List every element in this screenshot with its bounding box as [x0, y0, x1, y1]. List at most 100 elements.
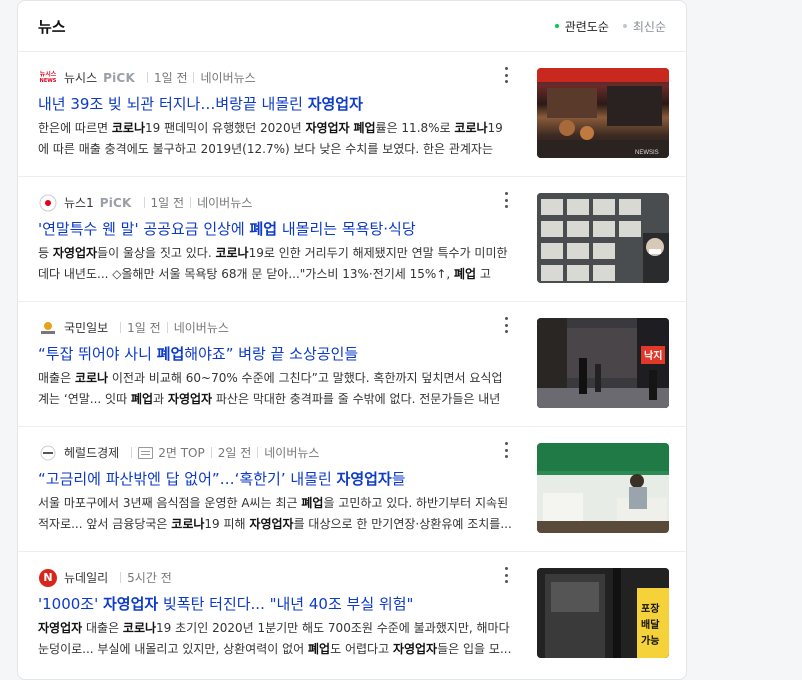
keyword-highlight: 폐업 [353, 121, 376, 135]
divider [131, 447, 133, 458]
svg-text:가능: 가능 [641, 634, 659, 647]
keyword-highlight: 자영업자 [167, 392, 213, 406]
press-name[interactable]: 뉴데일리 [64, 569, 108, 586]
naver-news-link[interactable]: 네이버뉴스 [197, 194, 252, 211]
divider [166, 322, 168, 333]
keyword-highlight: 폐업 [454, 267, 477, 281]
text-segment: “투잡 뛰어야 사니 [38, 345, 157, 363]
divider [146, 72, 148, 83]
text-segment: 를 대상으로 한 만기연장·상환유예 조치를... [293, 517, 512, 531]
news-thumbnail[interactable]: NEWSIS [537, 68, 669, 158]
text-segment: 내년 39조 빚 뇌관 터지나…벼랑끝 내몰린 [38, 95, 308, 113]
more-options-icon[interactable] [499, 566, 513, 584]
news-thumbnail[interactable] [537, 193, 669, 283]
thumbnail-image [537, 443, 669, 533]
sort-latest-label: 최신순 [632, 19, 666, 34]
panel-title: 뉴스 [38, 17, 66, 36]
sort-latest[interactable]: 최신순 [622, 18, 666, 35]
active-dot-icon [554, 24, 559, 28]
keyword-highlight: 폐업 [156, 345, 185, 363]
keyword-highlight: 코로나 [171, 517, 205, 531]
news-thumbnail[interactable] [537, 443, 669, 533]
thumbnail-image: NEWSIS [537, 68, 669, 158]
divider [257, 447, 259, 458]
press-name[interactable]: 뉴스1 [64, 194, 94, 211]
news-title[interactable]: 내년 39조 빚 뇌관 터지나…벼랑끝 내몰린 자영업자 [38, 93, 518, 114]
thumbnail-image [537, 193, 669, 283]
news-thumbnail[interactable]: 낙지 [537, 318, 669, 408]
keyword-highlight: 폐업 [301, 496, 324, 510]
text-segment: 서울 마포구에서 3년째 음식점을 운영한 A씨는 최근 [38, 496, 302, 510]
newdaily-logo-icon: N [38, 568, 58, 587]
divider [120, 322, 122, 333]
text-segment: 한은에 따르면 [38, 121, 112, 135]
keyword-highlight: 자영업자 [307, 95, 363, 113]
news-meta: 뉴시스 NEWS 뉴시스 PiCK 1일 전 네이버뉴스 [38, 69, 256, 86]
keyword-highlight: 자영업자 [38, 621, 83, 635]
svg-text:배달: 배달 [641, 618, 660, 631]
svg-text:낙지: 낙지 [644, 349, 662, 362]
news-description: 등 자영업자들이 울상을 짓고 있다. 코로나19로 인한 거리두기 해제됐지만… [38, 243, 513, 285]
svg-text:포장: 포장 [641, 602, 660, 615]
text-segment: 들이 울상을 짓고 있다. [97, 246, 216, 260]
news1-logo-icon [38, 194, 58, 211]
press-name[interactable]: 국민일보 [64, 319, 108, 336]
news-item: 뉴스1 PiCK 1일 전 네이버뉴스 '연말특수 웬 말' 공공요금 인상에 … [38, 177, 669, 302]
keyword-highlight: 자영업자 [249, 517, 294, 531]
news-title[interactable]: '연말특수 웬 말' 공공요금 인상에 폐업 내몰리는 목욕탕·식당 [38, 218, 518, 239]
news-meta: 뉴스1 PiCK 1일 전 네이버뉴스 [38, 194, 252, 211]
divider [190, 197, 192, 208]
press-name[interactable]: 헤럴드경제 [64, 444, 119, 461]
text-segment: '연말특수 웬 말' 공공요금 인상에 [38, 220, 250, 238]
keyword-highlight: 자영업자 [305, 121, 350, 135]
news-description: 매출은 코로나 이전과 비교해 60~70% 수준에 그친다”고 말했다. 혹한… [38, 368, 513, 410]
newsis-logo-icon: 뉴시스 NEWS [39, 70, 57, 84]
keyword-highlight: 폐업 [249, 220, 278, 238]
sort-options: 관련도순 최신순 [554, 18, 666, 35]
news-panel: 뉴스 관련도순 최신순 뉴시스 NEWS 뉴시스 PiCK 1일 전 네이버뉴스 … [17, 0, 688, 680]
news-title[interactable]: “투잡 뛰어야 사니 폐업해야죠” 벼랑 끝 소상공인들 [38, 343, 518, 364]
sort-relevance-label: 관련도순 [564, 19, 609, 34]
naver-news-link[interactable]: 네이버뉴스 [264, 444, 319, 461]
print-edition: 2면 TOP [158, 446, 205, 460]
text-segment: 등 [38, 246, 53, 260]
sort-relevance[interactable]: 관련도순 [554, 18, 609, 35]
naver-news-link[interactable]: 네이버뉴스 [174, 319, 229, 336]
text-segment: 매출은 [38, 371, 75, 385]
text-segment: 19 팬데믹이 유행했던 2020년 [145, 121, 306, 135]
keyword-highlight: 코로나 [454, 121, 488, 135]
time-ago: 5시간 전 [127, 571, 172, 585]
text-segment: 률은 11.8%로 [375, 121, 455, 135]
news-item: 국민일보 1일 전 네이버뉴스 “투잡 뛰어야 사니 폐업해야죠” 벼랑 끝 소… [38, 302, 669, 427]
news-thumbnail[interactable]: 포장 배달 가능 [537, 568, 669, 658]
naver-news-link[interactable]: 네이버뉴스 [200, 69, 255, 86]
thumbnail-image: 낙지 [537, 318, 669, 408]
more-options-icon[interactable] [499, 441, 513, 459]
divider [120, 572, 122, 583]
time-ago: 2일 전 [217, 446, 252, 460]
pick-badge: PiCK [103, 70, 135, 85]
divider [193, 72, 195, 83]
press-name[interactable]: 뉴시스 [64, 69, 97, 86]
keyword-highlight: 코로나 [111, 121, 145, 135]
news-title[interactable]: “고금리에 파산밖엔 답 없어”…‘혹한기’ 내몰린 자영업자들 [38, 468, 518, 489]
keyword-highlight: 코로나 [122, 621, 157, 635]
more-options-icon[interactable] [499, 316, 513, 334]
time-ago: 1일 전 [153, 71, 188, 85]
news-title[interactable]: '1000조' 자영업자 빚폭탄 터진다... "내년 40조 부실 위험" [38, 593, 518, 614]
text-segment: '1000조' [38, 595, 103, 613]
more-options-icon[interactable] [499, 191, 513, 209]
text-segment: 대출은 [82, 621, 123, 635]
keyword-highlight: 코로나 [74, 371, 109, 385]
time-ago: 1일 전 [127, 321, 161, 335]
text-segment: 빚폭탄 터진다... "내년 40조 부실 위험" [158, 595, 414, 613]
news-item: 헤럴드경제 2면 TOP 2일 전 네이버뉴스 “고금리에 파산밖엔 답 없어”… [38, 427, 669, 552]
text-segment: 해야죠” 벼랑 끝 소상공인들 [184, 345, 359, 363]
text-segment: 들 [391, 470, 406, 488]
pick-badge: PiCK [99, 195, 132, 210]
news-meta: 국민일보 1일 전 네이버뉴스 [38, 319, 229, 336]
herald-logo-icon [38, 445, 58, 461]
news-description: 한은에 따르면 코로나19 팬데믹이 유행했던 2020년 자영업자 폐업률은 … [38, 118, 513, 160]
more-options-icon[interactable] [499, 66, 513, 84]
thumbnail-image: 포장 배달 가능 [537, 568, 669, 658]
